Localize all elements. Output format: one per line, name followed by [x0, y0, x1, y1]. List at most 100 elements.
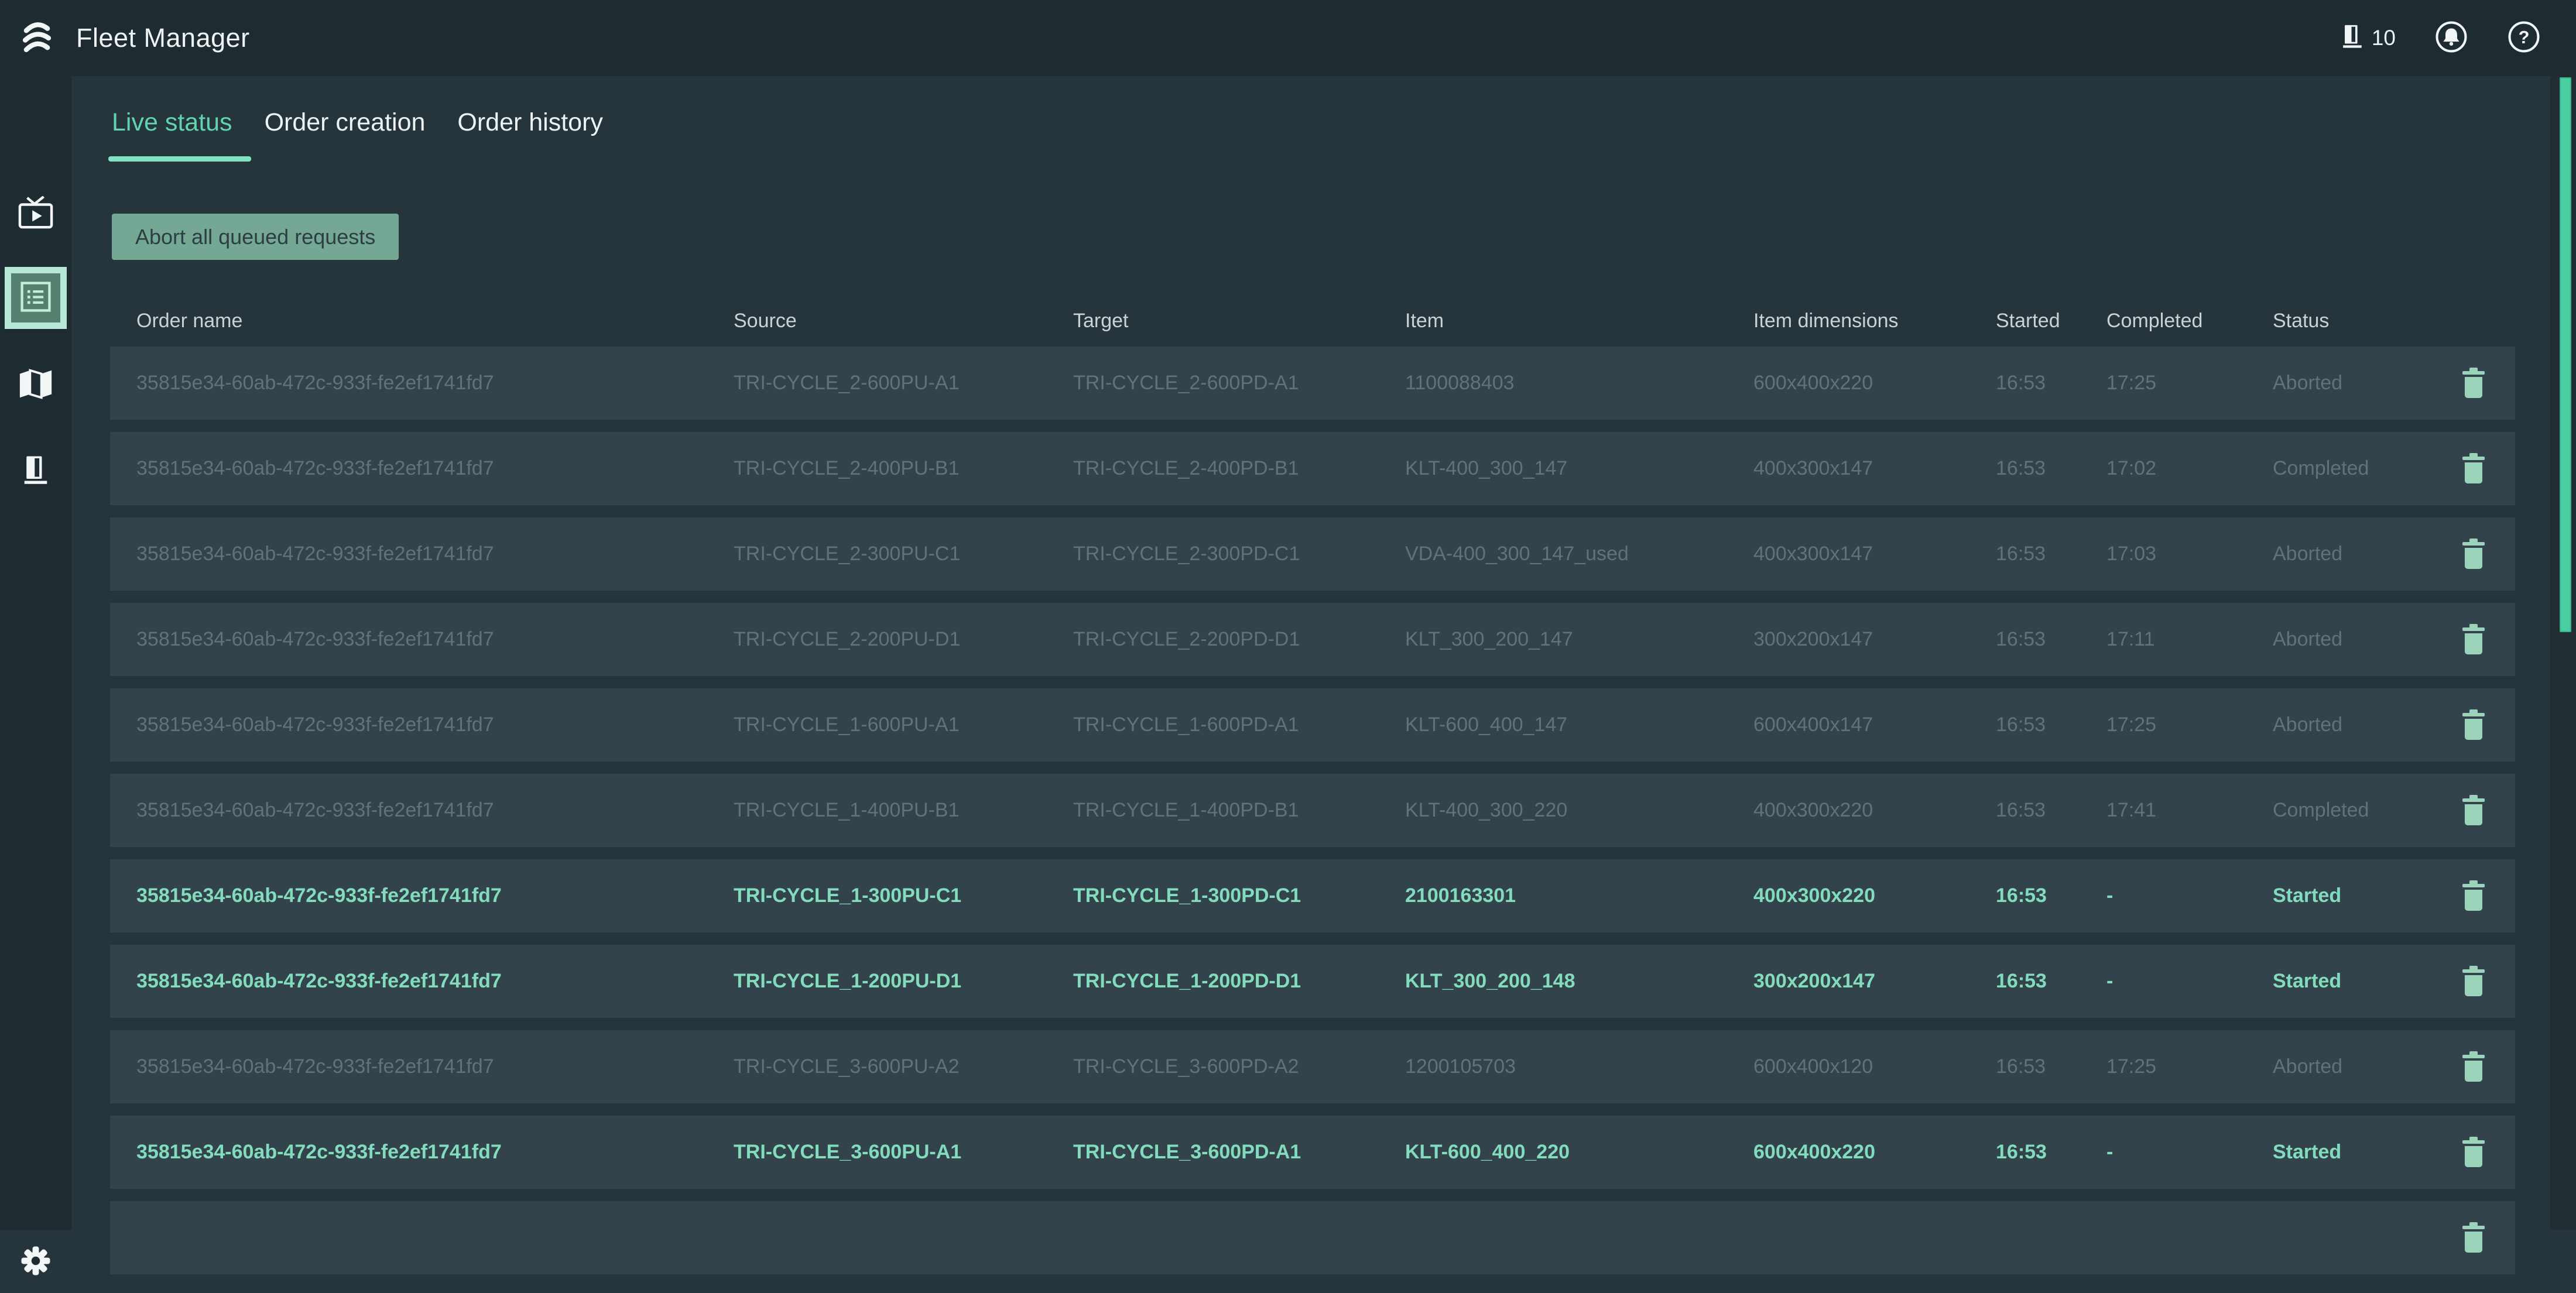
- column-header-item: Item: [1405, 310, 1753, 332]
- cell-order-name: 35815e34-60ab-472c-933f-fe2ef1741fd7: [110, 970, 734, 993]
- cell-order-name: 35815e34-60ab-472c-933f-fe2ef1741fd7: [110, 543, 734, 565]
- delete-order-button[interactable]: [2461, 794, 2486, 827]
- topbar: Fleet Manager 10: [0, 0, 2576, 76]
- table-header-row: Order name Source Target Item Item dimen…: [110, 296, 2515, 347]
- cell-target: TRI-CYCLE_1-600PD-A1: [1073, 714, 1405, 736]
- cell-item-dimensions: 600x400x147: [1753, 714, 1996, 736]
- cell-item-dimensions: 400x300x147: [1753, 457, 1996, 480]
- table-body: 35815e34-60ab-472c-933f-fe2ef1741fd7 TRI…: [110, 347, 2515, 1274]
- order-row: 35815e34-60ab-472c-933f-fe2ef1741fd7 TRI…: [110, 517, 2515, 591]
- cell-target: TRI-CYCLE_2-300PD-C1: [1073, 543, 1405, 565]
- cell-completed: 17:11: [2106, 628, 2273, 651]
- trash-icon: [2461, 820, 2486, 829]
- delete-order-button[interactable]: [2461, 1222, 2486, 1254]
- trash-icon: [2461, 1162, 2486, 1171]
- cell-status: Completed: [2273, 457, 2432, 480]
- trash-icon: [2461, 735, 2486, 743]
- help-button[interactable]: ?: [2507, 21, 2541, 55]
- cell-source: TRI-CYCLE_1-200PU-D1: [734, 970, 1073, 993]
- app-logo-stack-icon: [20, 19, 54, 57]
- delete-order-button[interactable]: [2461, 1136, 2486, 1169]
- svg-text:?: ?: [2519, 26, 2530, 47]
- notifications-button[interactable]: [2434, 21, 2468, 55]
- delete-order-button[interactable]: [2461, 452, 2486, 485]
- delete-order-button[interactable]: [2461, 367, 2486, 400]
- cell-started: 16:53: [1996, 543, 2106, 565]
- cell-source: TRI-CYCLE_2-600PU-A1: [734, 372, 1073, 395]
- brand: Fleet Manager: [0, 19, 250, 57]
- cell-status: Started: [2273, 970, 2432, 993]
- tab-order-history[interactable]: Order history: [457, 108, 603, 162]
- cell-status: Started: [2273, 1141, 2432, 1164]
- column-header-status: Status: [2273, 310, 2432, 332]
- cell-source: TRI-CYCLE_2-400PU-B1: [734, 457, 1073, 480]
- cell-item-dimensions: 400x300x220: [1753, 799, 1996, 822]
- cell-status: Aborted: [2273, 1055, 2432, 1078]
- order-row: 35815e34-60ab-472c-933f-fe2ef1741fd7 TRI…: [110, 347, 2515, 420]
- cell-completed: 17:25: [2106, 1055, 2273, 1078]
- cell-item-dimensions: 300x200x147: [1753, 970, 1996, 993]
- sidebar-item-vehicles[interactable]: [0, 441, 71, 503]
- cell-status: Aborted: [2273, 543, 2432, 565]
- cell-order-name: 35815e34-60ab-472c-933f-fe2ef1741fd7: [110, 799, 734, 822]
- tab-order-creation[interactable]: Order creation: [265, 108, 426, 162]
- sidebar-active-highlight: [5, 267, 67, 329]
- cell-item: KLT-400_300_220: [1405, 799, 1753, 822]
- cell-source: TRI-CYCLE_3-600PU-A1: [734, 1141, 1073, 1164]
- orders-table: Order name Source Target Item Item dimen…: [110, 296, 2515, 1287]
- column-header-started: Started: [1996, 310, 2106, 332]
- order-row: 35815e34-60ab-472c-933f-fe2ef1741fd7 TRI…: [110, 859, 2515, 932]
- column-header-target: Target: [1073, 310, 1405, 332]
- delete-order-button[interactable]: [2461, 965, 2486, 998]
- cell-item: KLT-600_400_220: [1405, 1141, 1753, 1164]
- scrollbar-thumb[interactable]: [2560, 77, 2571, 632]
- orders-list-icon: [18, 279, 53, 317]
- cell-item: KLT-400_300_147: [1405, 457, 1753, 480]
- cell-order-name: 35815e34-60ab-472c-933f-fe2ef1741fd7: [110, 1141, 734, 1164]
- cell-completed: -: [2106, 970, 2273, 993]
- delete-order-button[interactable]: [2461, 623, 2486, 656]
- topbar-actions: 10 ?: [2339, 0, 2541, 76]
- cell-item: 1200105703: [1405, 1055, 1753, 1078]
- order-row: 35815e34-60ab-472c-933f-fe2ef1741fd7 TRI…: [110, 688, 2515, 762]
- cell-source: TRI-CYCLE_1-400PU-B1: [734, 799, 1073, 822]
- cell-target: TRI-CYCLE_3-600PD-A2: [1073, 1055, 1405, 1078]
- trash-icon: [2461, 991, 2486, 1000]
- cell-target: TRI-CYCLE_1-300PD-C1: [1073, 884, 1405, 907]
- scrollbar-track[interactable]: [2550, 76, 2576, 1230]
- vehicle-station-icon: [19, 452, 52, 492]
- sidebar-item-map[interactable]: [0, 354, 71, 416]
- tab-bar: Live status Order creation Order history: [112, 108, 603, 162]
- cell-started: 16:53: [1996, 457, 2106, 480]
- cell-item: KLT_300_200_147: [1405, 628, 1753, 651]
- delete-order-button[interactable]: [2461, 1051, 2486, 1083]
- trash-icon: [2461, 649, 2486, 658]
- map-icon: [18, 368, 54, 403]
- cell-source: TRI-CYCLE_2-200PU-D1: [734, 628, 1073, 651]
- cell-completed: 17:41: [2106, 799, 2273, 822]
- vehicle-count-value: 10: [2372, 26, 2396, 50]
- trash-icon: [2461, 906, 2486, 914]
- order-row: 35815e34-60ab-472c-933f-fe2ef1741fd7 TRI…: [110, 945, 2515, 1018]
- sidebar-item-settings[interactable]: [0, 1231, 71, 1293]
- cell-source: TRI-CYCLE_3-600PU-A2: [734, 1055, 1073, 1078]
- sidebar-item-live-view[interactable]: [0, 183, 71, 245]
- cell-started: 16:53: [1996, 372, 2106, 395]
- cell-started: 16:53: [1996, 628, 2106, 651]
- delete-order-button[interactable]: [2461, 709, 2486, 742]
- trash-icon: [2461, 478, 2486, 487]
- cell-started: 16:53: [1996, 1055, 2106, 1078]
- cell-target: TRI-CYCLE_2-200PD-D1: [1073, 628, 1405, 651]
- cell-started: 16:53: [1996, 884, 2106, 907]
- vehicle-count-indicator[interactable]: 10: [2339, 20, 2396, 56]
- cell-item-dimensions: 400x300x147: [1753, 543, 1996, 565]
- delete-order-button[interactable]: [2461, 880, 2486, 913]
- delete-order-button[interactable]: [2461, 538, 2486, 571]
- tv-play-icon: [18, 196, 54, 233]
- order-row: 35815e34-60ab-472c-933f-fe2ef1741fd7 TRI…: [110, 603, 2515, 676]
- tab-live-status[interactable]: Live status: [112, 108, 232, 162]
- abort-all-queued-requests-button[interactable]: Abort all queued requests: [112, 214, 399, 260]
- cell-status: Aborted: [2273, 628, 2432, 651]
- sidebar-item-orders[interactable]: [0, 267, 71, 329]
- cell-completed: 17:03: [2106, 543, 2273, 565]
